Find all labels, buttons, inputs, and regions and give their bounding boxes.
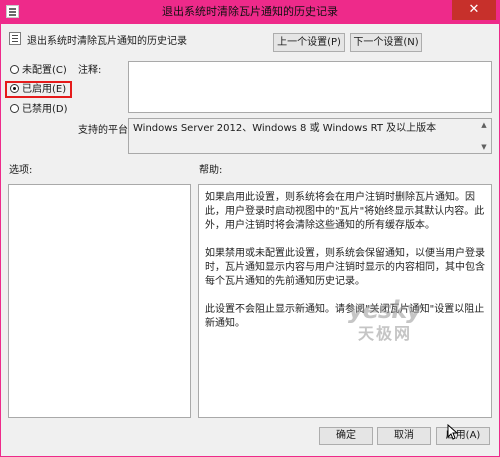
ok-button[interactable]: 确定 [319, 427, 373, 445]
radio-circle-checked[interactable] [10, 84, 19, 93]
window-title: 退出系统时清除瓦片通知的历史记录 [162, 5, 338, 18]
comment-label: 注释: [78, 65, 102, 76]
radio-label: 已启用(E) [22, 84, 67, 95]
policy-setting-icon [9, 32, 21, 45]
help-paragraph-1: 如果启用此设置，则系统将会在用户注销时删除瓦片通知。因此，用户登录时启动视图中的… [205, 192, 485, 231]
radio-enabled[interactable]: 已启用(E) [10, 83, 66, 97]
prev-setting-button[interactable]: 上一个设置(P) [273, 33, 345, 52]
policy-name: 退出系统时清除瓦片通知的历史记录 [27, 36, 187, 47]
options-label: 选项: [9, 165, 33, 176]
platform-value: Windows Server 2012、Windows 8 或 Windows … [133, 123, 437, 134]
apply-button[interactable]: 应用(A) [436, 427, 490, 445]
comment-input[interactable] [128, 61, 492, 113]
cancel-button[interactable]: 取消 [377, 427, 431, 445]
help-label: 帮助: [199, 165, 223, 176]
scroll-up-icon[interactable]: ▲ [479, 120, 489, 130]
radio-circle[interactable] [10, 104, 19, 113]
radio-not-configured[interactable]: 未配置(C) [10, 64, 67, 78]
close-button[interactable]: ✕ [452, 0, 496, 20]
radio-disabled[interactable]: 已禁用(D) [10, 103, 68, 117]
next-setting-button[interactable]: 下一个设置(N) [350, 33, 422, 52]
title-bar: 退出系统时清除瓦片通知的历史记录 ✕ [0, 0, 500, 24]
platform-label: 支持的平台: [78, 125, 132, 136]
mouse-cursor-icon [447, 424, 459, 440]
site-watermark: yesky 天极网 [348, 296, 440, 343]
radio-label: 未配置(C) [22, 65, 67, 76]
watermark-cn-text: 天极网 [358, 324, 413, 343]
help-paragraph-2: 如果禁用或未配置此设置，则系统会保留通知，以便当用户登录时，瓦片通知显示内容与用… [205, 248, 485, 287]
scroll-down-icon[interactable]: ▼ [479, 142, 489, 152]
options-panel [8, 184, 191, 418]
help-paragraph-3: 此设置不会阻止显示新通知。请参阅"关闭瓦片通知"设置以阻止新通知。 [205, 304, 485, 329]
radio-label: 已禁用(D) [22, 104, 68, 115]
radio-circle[interactable] [10, 65, 19, 74]
platform-field: Windows Server 2012、Windows 8 或 Windows … [128, 118, 492, 154]
help-panel: 如果启用此设置，则系统将会在用户注销时删除瓦片通知。因此，用户登录时启动视图中的… [198, 184, 492, 418]
